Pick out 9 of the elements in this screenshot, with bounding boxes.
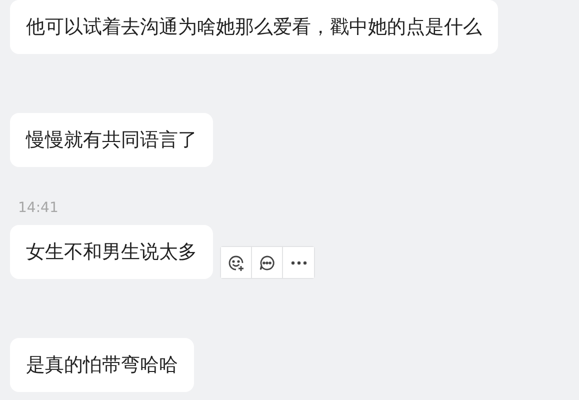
add-emoji-icon xyxy=(227,254,245,272)
message-time: 14:41 xyxy=(18,200,58,217)
message-bubble: 他可以试着去沟通为啥她那么爱看，戳中她的点是什么 xyxy=(10,0,498,54)
reaction-button[interactable] xyxy=(221,247,252,278)
message-bubble: 女生不和男生说太多 xyxy=(10,225,213,279)
message-bubble: 慢慢就有共同语言了 xyxy=(10,113,213,167)
message-bubble: 是真的怕带弯哈哈 xyxy=(10,338,194,392)
more-icon xyxy=(290,260,306,264)
comment-icon xyxy=(258,254,276,272)
